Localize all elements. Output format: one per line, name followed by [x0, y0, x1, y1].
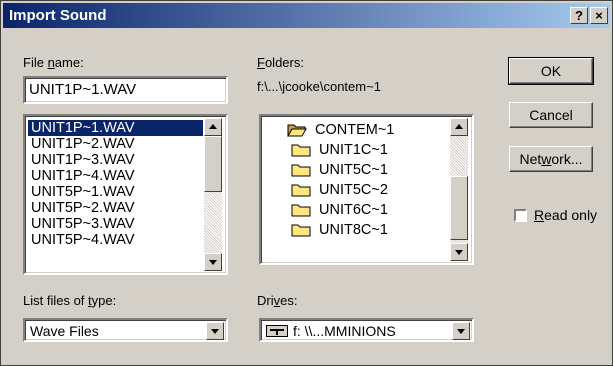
scroll-up-button[interactable]: [450, 118, 468, 136]
file-name-label-text: File: [23, 55, 48, 70]
network-button-accel: w: [541, 151, 552, 167]
file-name-label: File name:: [23, 55, 84, 70]
folders-label-rest: olders:: [264, 55, 304, 70]
network-button-text: Net: [519, 151, 542, 167]
scroll-thumb[interactable]: [204, 136, 222, 192]
network-drive-icon: [266, 325, 288, 337]
folder-icon: [291, 204, 311, 217]
file-list[interactable]: UNIT1P~1.WAV UNIT1P~2.WAV UNIT1P~3.WAV U…: [23, 114, 228, 275]
scroll-thumb[interactable]: [450, 176, 468, 240]
file-name-label-rest: ame:: [54, 55, 84, 70]
arrow-up-icon: [455, 124, 463, 129]
file-type-label-text: List files of: [23, 293, 89, 308]
import-sound-dialog: Import Sound ? × File name: UNIT1P~1.WAV…: [0, 0, 613, 366]
chevron-down-icon: [211, 329, 219, 334]
drives-label-text: Dri: [257, 293, 274, 308]
arrow-down-icon: [209, 260, 217, 265]
folder-item-label: UNIT5C~1: [319, 162, 388, 178]
read-only-label[interactable]: Read only: [534, 207, 597, 223]
list-item-file[interactable]: UNIT5P~3.WAV: [28, 216, 203, 232]
title-bar[interactable]: Import Sound ? ×: [3, 3, 610, 28]
list-item-file[interactable]: UNIT1P~3.WAV: [28, 152, 203, 168]
dialog-title: Import Sound: [9, 7, 107, 24]
folder-list-scrollbar[interactable]: [450, 118, 468, 261]
read-only-label-accel: R: [534, 207, 545, 223]
current-folder-path: f:\...\jcooke\contem~1: [257, 79, 381, 94]
file-type-select[interactable]: Wave Files: [23, 318, 228, 342]
list-item-file[interactable]: UNIT1P~2.WAV: [28, 136, 203, 152]
file-type-label: List files of type:: [23, 293, 116, 308]
scroll-down-button[interactable]: [450, 243, 468, 261]
folder-item-label: UNIT6C~1: [319, 202, 388, 218]
folder-item-label: UNIT5C~2: [319, 182, 388, 198]
close-button[interactable]: ×: [590, 7, 608, 24]
file-list-scrollbar[interactable]: [204, 118, 222, 271]
list-item-file[interactable]: UNIT5P~2.WAV: [28, 200, 203, 216]
drives-select[interactable]: f: \\...MMINIONS: [259, 318, 474, 342]
cancel-button[interactable]: Cancel: [509, 102, 593, 128]
folder-item-label: UNIT1C~1: [319, 142, 388, 158]
help-button[interactable]: ?: [570, 7, 588, 24]
list-item-file[interactable]: UNIT1P~4.WAV: [28, 168, 203, 184]
network-button[interactable]: Network...: [509, 146, 593, 172]
arrow-down-icon: [455, 250, 463, 255]
folders-label-accel: F: [257, 55, 265, 70]
file-name-value: UNIT1P~1.WAV: [29, 81, 137, 98]
read-only-checkbox[interactable]: [514, 209, 527, 222]
chevron-down-icon: [457, 329, 465, 334]
arrow-up-icon: [209, 124, 217, 129]
folder-item-label: CONTEM~1: [315, 122, 395, 138]
folder-icon: [291, 144, 311, 157]
scroll-up-button[interactable]: [204, 118, 222, 136]
file-name-label-accel: n: [47, 55, 55, 70]
folder-item-label: UNIT8C~1: [319, 222, 388, 238]
network-button-rest: ork...: [551, 151, 583, 167]
folders-label: Folders:: [257, 55, 304, 70]
file-name-input[interactable]: UNIT1P~1.WAV: [23, 76, 228, 104]
list-item-file[interactable]: UNIT1P~1.WAV: [28, 120, 203, 136]
drives-label: Drives:: [257, 293, 297, 308]
list-item-file[interactable]: UNIT5P~4.WAV: [28, 232, 203, 248]
file-type-value: Wave Files: [30, 323, 99, 339]
list-item-file[interactable]: UNIT5P~1.WAV: [28, 184, 203, 200]
file-type-dropdown-button[interactable]: [206, 322, 224, 340]
folder-icon: [291, 224, 311, 237]
read-only-label-rest: ead only: [544, 207, 598, 223]
folder-icon: [291, 184, 311, 197]
drives-label-rest: es:: [280, 293, 298, 308]
drives-dropdown-button[interactable]: [452, 322, 470, 340]
open-folder-icon: [287, 124, 307, 137]
folder-icon: [291, 164, 311, 177]
drives-value: f: \\...MMINIONS: [293, 323, 396, 339]
folder-list[interactable]: CONTEM~1 UNIT1C~1 UNIT5C~1 UNIT5C~2 UNIT…: [259, 114, 474, 265]
scroll-down-button[interactable]: [204, 253, 222, 271]
file-type-label-rest: ype:: [91, 293, 117, 308]
ok-button[interactable]: OK: [508, 57, 594, 85]
